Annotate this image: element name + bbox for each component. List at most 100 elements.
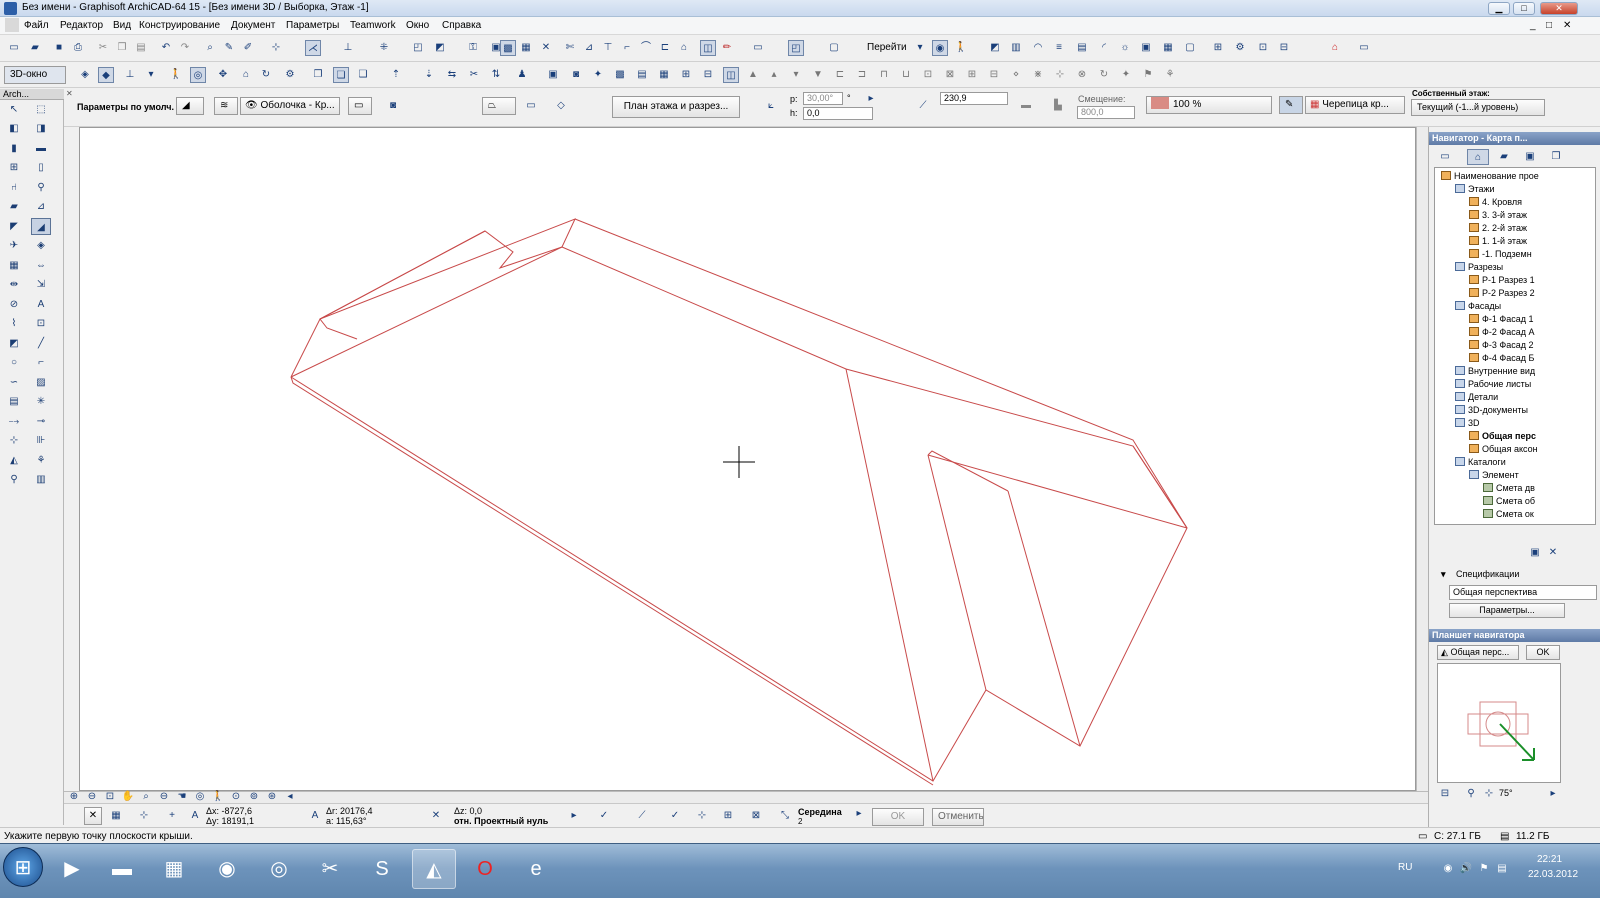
screen-icon[interactable]: ▭ bbox=[1356, 40, 1372, 56]
menu-options[interactable]: Параметры bbox=[286, 20, 339, 31]
fillet-icon[interactable]: ⌐ bbox=[619, 40, 635, 56]
offset-field[interactable]: 800,0 bbox=[1077, 106, 1135, 119]
copy-icon[interactable]: ❐ bbox=[114, 40, 130, 56]
preview-zoom-icon[interactable]: ⊟ bbox=[1437, 786, 1453, 802]
detail-tool-icon[interactable]: ⊹ bbox=[4, 432, 24, 449]
dimension-tool-icon[interactable]: ⇹ bbox=[4, 276, 24, 293]
goto-button[interactable]: Перейти bbox=[862, 40, 912, 58]
lamp-tool-icon[interactable]: ⚲ bbox=[31, 179, 51, 196]
minimize-button[interactable]: ▁ bbox=[1488, 2, 1510, 15]
person-icon[interactable]: ♟ bbox=[514, 67, 530, 83]
archicad-taskbar-icon[interactable]: ◭ bbox=[412, 849, 456, 889]
3d-window-button[interactable]: 3D-окно bbox=[4, 66, 66, 84]
menu-view[interactable]: Вид bbox=[113, 20, 131, 31]
doc-restore-button[interactable]: □ bbox=[1546, 20, 1552, 31]
arrange4-icon[interactable]: ⊟ bbox=[986, 67, 1002, 83]
skylight-tool-icon[interactable]: ✈ bbox=[4, 237, 24, 254]
camera-icon[interactable]: ▢ bbox=[1182, 40, 1198, 56]
align-bottom-icon[interactable]: ▼ bbox=[810, 67, 826, 83]
ok-button[interactable]: OK bbox=[872, 808, 924, 826]
rotate-icon[interactable]: ↻ bbox=[258, 67, 274, 83]
pin-tool-icon[interactable]: ⚘ bbox=[31, 452, 51, 469]
schedule-tool-icon[interactable]: ▥ bbox=[31, 471, 51, 488]
ie-icon[interactable]: e bbox=[514, 849, 558, 889]
axes-icon[interactable]: ⊥ bbox=[122, 67, 138, 83]
frame3-icon[interactable]: ◫ bbox=[723, 67, 739, 83]
wall-tool-icon[interactable]: ◧ bbox=[4, 120, 24, 137]
walk2-icon[interactable]: 🚶 bbox=[168, 67, 184, 83]
zoom-icon[interactable]: ⊞ bbox=[1210, 40, 1226, 56]
tree-node[interactable]: 3D-документы bbox=[1455, 404, 1528, 417]
tree-node[interactable]: Этажи bbox=[1455, 183, 1495, 196]
worksheet-tool-icon[interactable]: ⊪ bbox=[31, 432, 51, 449]
menu-file[interactable]: Файл bbox=[24, 20, 49, 31]
close-palette-icon[interactable]: ✕ bbox=[84, 807, 102, 825]
tree-node[interactable]: Рабочие листы bbox=[1455, 378, 1531, 391]
photo-icon[interactable]: ▣ bbox=[545, 67, 561, 83]
view-icon[interactable]: ▭ bbox=[750, 40, 766, 56]
arrange5-icon[interactable]: ⋄ bbox=[1008, 67, 1024, 83]
doc-minimize-button[interactable]: _ bbox=[1530, 20, 1536, 31]
table-icon[interactable]: ▦ bbox=[518, 40, 534, 56]
ref-arrow-icon[interactable]: ▸ bbox=[566, 808, 582, 824]
house-icon[interactable]: ⌂ bbox=[676, 40, 692, 56]
tick-icon[interactable]: ✓ bbox=[667, 808, 683, 824]
pattern-icon[interactable]: ▤ bbox=[1074, 40, 1090, 56]
home-red-icon[interactable]: ⌂ bbox=[1327, 40, 1343, 56]
zone-tool-icon[interactable]: ⊡ bbox=[31, 315, 51, 332]
snap-arrow-icon[interactable]: ▸ bbox=[851, 806, 867, 822]
tree-node[interactable]: Каталоги bbox=[1455, 456, 1506, 469]
tree-node[interactable]: Смета ок bbox=[1483, 508, 1534, 521]
frame2-icon[interactable]: ⊟ bbox=[700, 67, 716, 83]
camera2-icon[interactable]: ◙ bbox=[568, 67, 584, 83]
mirror-icon[interactable]: ⇆ bbox=[444, 67, 460, 83]
frame-icon[interactable]: ⊞ bbox=[678, 67, 694, 83]
section-tool-icon[interactable]: ⤍ bbox=[4, 413, 24, 430]
tree-node[interactable]: Ф-2 Фасад А bbox=[1469, 326, 1534, 339]
start-button[interactable]: ⊞ bbox=[3, 847, 43, 887]
dome-icon[interactable]: ◠ bbox=[1030, 40, 1046, 56]
layer-icon-button[interactable]: ≋ bbox=[214, 97, 238, 115]
structure-icon[interactable]: ◙ bbox=[385, 98, 401, 114]
menu-document[interactable]: Документ bbox=[231, 20, 275, 31]
flip-icon[interactable]: ⇅ bbox=[488, 67, 504, 83]
z-icon[interactable]: ✕ bbox=[428, 808, 444, 824]
preview-arrow-icon[interactable]: ▸ bbox=[1545, 786, 1561, 802]
doc-close-button[interactable]: ✕ bbox=[1563, 20, 1571, 31]
window-tool-icon[interactable]: ⊞ bbox=[4, 159, 24, 176]
save-image-icon[interactable]: ▤ bbox=[634, 67, 650, 83]
delete-icon[interactable]: ✕ bbox=[1545, 545, 1561, 561]
opera-icon[interactable]: O bbox=[463, 849, 507, 889]
scissors-app-icon[interactable]: ✂ bbox=[308, 849, 352, 889]
align-left-icon[interactable]: ⊏ bbox=[832, 67, 848, 83]
slab-tool-icon[interactable]: ▰ bbox=[4, 198, 24, 215]
distribute2-icon[interactable]: ⊔ bbox=[898, 67, 914, 83]
gravity-icon[interactable]: ⊹ bbox=[268, 40, 284, 56]
table3d-icon[interactable]: ▦ bbox=[656, 67, 672, 83]
layout-book-icon[interactable]: ▰ bbox=[1493, 149, 1515, 165]
floor-plan-section-button[interactable]: План этажа и разрез... bbox=[612, 96, 740, 118]
copy3d-icon[interactable]: ❐ bbox=[310, 67, 326, 83]
vertical-scrollbar[interactable] bbox=[1416, 127, 1428, 791]
trace-icon[interactable]: ◫ bbox=[700, 40, 716, 56]
tree-node[interactable]: 1. 1-й этаж bbox=[1469, 235, 1527, 248]
marquee-icon[interactable]: ▩ bbox=[500, 40, 516, 56]
tree-node[interactable]: Смета дв bbox=[1483, 482, 1535, 495]
fit-icon[interactable]: ⊡ bbox=[1255, 40, 1271, 56]
arrow-tool-icon[interactable]: ↖ bbox=[4, 101, 24, 118]
properties-icon[interactable]: ▣ bbox=[1527, 545, 1543, 561]
door-tool-icon[interactable]: ◨ bbox=[31, 120, 51, 137]
mesh-tool-icon[interactable]: ◈ bbox=[31, 237, 51, 254]
group-icon[interactable]: ◰ bbox=[410, 40, 426, 56]
brush-icon[interactable]: ⚙ bbox=[1232, 40, 1248, 56]
curtain-wall-tool-icon[interactable]: ▦ bbox=[4, 257, 24, 274]
geometry-method-button[interactable]: ⏢ bbox=[482, 97, 516, 115]
home-icon[interactable]: ⌂ bbox=[238, 67, 254, 83]
beam-tool-icon[interactable]: ▬ bbox=[31, 140, 51, 157]
select3d-icon[interactable]: ❏ bbox=[333, 67, 349, 83]
orbit-icon[interactable]: ◎ bbox=[190, 67, 206, 83]
align-down-icon[interactable]: ▾ bbox=[788, 67, 804, 83]
special-snap-icon[interactable]: ⊠ bbox=[748, 808, 764, 824]
adjust-icon[interactable]: ⊏ bbox=[657, 40, 673, 56]
sun-icon[interactable]: ☼ bbox=[1117, 40, 1133, 56]
